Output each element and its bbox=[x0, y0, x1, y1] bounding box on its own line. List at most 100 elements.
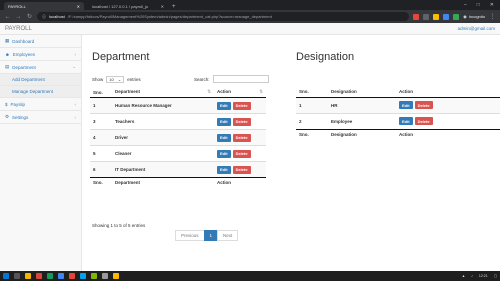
app-icon[interactable] bbox=[47, 273, 53, 279]
column-header-department[interactable]: Department ⇅ bbox=[112, 87, 214, 98]
close-window-icon[interactable]: ✕ bbox=[490, 2, 494, 8]
chevron-icon: ‹ bbox=[74, 51, 77, 57]
table-row: 1 Human Resource Manager Edit Delete bbox=[90, 97, 266, 114]
table-row: 1 HR Edit Delete bbox=[296, 96, 500, 113]
extension-icon[interactable] bbox=[453, 13, 460, 20]
delete-button[interactable]: Delete bbox=[414, 117, 433, 125]
file-explorer-icon[interactable] bbox=[25, 273, 31, 279]
close-tab-icon[interactable]: ✕ bbox=[161, 4, 164, 9]
menu-icon[interactable]: ⋮ bbox=[489, 13, 496, 20]
edit-button[interactable]: Edit bbox=[217, 133, 231, 142]
next-page-button[interactable]: Next bbox=[217, 230, 239, 241]
footer-action: Action bbox=[396, 128, 500, 139]
edit-button[interactable]: Edit bbox=[217, 165, 231, 174]
notifications-icon[interactable]: ▢ bbox=[494, 274, 497, 278]
previous-page-button[interactable]: Previous bbox=[175, 230, 205, 241]
cell-action: Edit Delete bbox=[214, 113, 266, 130]
user-menu[interactable]: admin@gmail.com bbox=[458, 26, 495, 31]
window-controls: – □ ✕ bbox=[458, 2, 500, 10]
address-bar[interactable]: ⓘ localhost /F:/xampp/htdocs/Payroll/Man… bbox=[37, 12, 410, 21]
app-icon[interactable] bbox=[102, 273, 108, 279]
info-icon[interactable]: ⓘ bbox=[42, 14, 46, 20]
forward-icon[interactable]: → bbox=[15, 14, 22, 20]
payslip-icon: $ bbox=[5, 101, 8, 107]
entries-select[interactable]: 10 ⌄ bbox=[106, 76, 125, 83]
browser-tab-payroll[interactable]: PAYROLL ✕ bbox=[4, 2, 84, 10]
sidebar-item-payslip[interactable]: $ Payslip ‹ bbox=[0, 98, 81, 111]
close-tab-icon[interactable]: ✕ bbox=[77, 4, 80, 9]
footer-designation: Designation bbox=[328, 128, 396, 139]
table-search: Search: bbox=[194, 75, 269, 83]
table-row: 2 Employee Edit Delete bbox=[296, 112, 500, 129]
column-header-sno[interactable]: Sno. bbox=[90, 87, 112, 98]
app-icon[interactable] bbox=[91, 273, 97, 279]
sidebar-subitem-manage-department[interactable]: Manage Department bbox=[0, 86, 81, 98]
minimize-icon[interactable]: – bbox=[464, 2, 467, 8]
top-navbar: PAYROLL admin@gmail.com bbox=[0, 23, 500, 35]
column-header-sno: Sno. bbox=[296, 87, 328, 98]
sidebar-item-label: Employees bbox=[12, 51, 36, 57]
extension-icon[interactable] bbox=[413, 13, 420, 20]
app-icon[interactable] bbox=[69, 273, 75, 279]
cell-action: Edit Delete bbox=[214, 145, 266, 162]
entries-label: entries bbox=[127, 77, 141, 82]
delete-button[interactable]: Delete bbox=[232, 101, 251, 110]
app-icon[interactable] bbox=[58, 273, 64, 279]
start-icon[interactable] bbox=[3, 273, 9, 279]
cell-action: Edit Delete bbox=[214, 129, 266, 146]
brand-logo[interactable]: PAYROLL bbox=[5, 26, 32, 32]
delete-button[interactable]: Delete bbox=[232, 165, 251, 174]
delete-button[interactable]: Delete bbox=[232, 133, 251, 142]
tab-label: PAYROLL bbox=[8, 3, 26, 9]
designation-table: Sno. Designation Action 1 HR Edit Delete … bbox=[296, 87, 500, 139]
edit-button[interactable]: Edit bbox=[399, 101, 413, 109]
search-input[interactable] bbox=[212, 75, 269, 83]
sidebar-item-department[interactable]: ▤ Department ⌄ bbox=[0, 61, 81, 74]
sidebar-item-dashboard[interactable]: ▦ Dashboard bbox=[0, 35, 81, 48]
app-root: PAYROLL admin@gmail.com ▦ Dashboard ☻ Em… bbox=[0, 23, 500, 271]
clock[interactable]: 12:21 bbox=[479, 274, 488, 278]
sidebar-item-label: Payslip bbox=[10, 101, 26, 107]
extension-icon[interactable] bbox=[433, 13, 440, 20]
sidebar-subitem-add-department[interactable]: Add Department bbox=[0, 74, 81, 86]
browser-tab-phpmyadmin[interactable]: localhost / 127.0.0.1 / payroll_ju ✕ bbox=[88, 2, 168, 10]
url-host: localhost bbox=[49, 14, 65, 19]
volume-icon[interactable]: ♪ bbox=[471, 274, 473, 278]
table-info: Showing 1 to 5 of 5 entries bbox=[92, 223, 146, 228]
chrome-icon[interactable] bbox=[36, 273, 42, 279]
table-footer-row: Sno. Department Action bbox=[90, 177, 266, 188]
delete-button[interactable]: Delete bbox=[232, 117, 251, 126]
page-1-button[interactable]: 1 bbox=[203, 230, 219, 241]
incognito-indicator[interactable]: ◉ Incognito bbox=[463, 14, 485, 19]
cell-sno: 1 bbox=[90, 97, 112, 114]
cell-action: Edit Delete bbox=[214, 97, 266, 114]
extension-icon[interactable] bbox=[423, 13, 430, 20]
sidebar-item-settings[interactable]: ⚙ Settings ‹ bbox=[0, 111, 81, 124]
delete-button[interactable]: Delete bbox=[232, 149, 251, 158]
table-footer-row: Sno. Designation Action bbox=[296, 128, 500, 139]
delete-button[interactable]: Delete bbox=[414, 101, 433, 109]
column-header-designation: Designation bbox=[328, 87, 396, 98]
search-label: Search: bbox=[194, 76, 210, 82]
cell-sno: 5 bbox=[90, 145, 112, 162]
edit-button[interactable]: Edit bbox=[217, 117, 231, 126]
incognito-label: Incognito bbox=[468, 14, 485, 19]
extension-icon[interactable] bbox=[443, 13, 450, 20]
app-icon[interactable] bbox=[113, 273, 119, 279]
cell-action: Edit Delete bbox=[214, 161, 266, 178]
search-icon[interactable] bbox=[14, 273, 20, 279]
sidebar-item-employees[interactable]: ☻ Employees ‹ bbox=[0, 48, 81, 61]
back-icon[interactable]: ← bbox=[4, 14, 11, 20]
cell-department: Human Resource Manager bbox=[112, 97, 214, 114]
reload-icon[interactable]: ↻ bbox=[26, 13, 33, 20]
browser-toolbar: ← → ↻ ⓘ localhost /F:/xampp/htdocs/Payro… bbox=[0, 10, 500, 23]
column-header-action[interactable]: Action ⇅ bbox=[214, 87, 266, 98]
dashboard-icon: ▦ bbox=[5, 38, 10, 43]
edit-button[interactable]: Edit bbox=[217, 149, 231, 158]
edit-button[interactable]: Edit bbox=[217, 101, 231, 110]
edit-button[interactable]: Edit bbox=[399, 117, 413, 125]
app-icon[interactable] bbox=[80, 273, 86, 279]
maximize-icon[interactable]: □ bbox=[477, 2, 480, 8]
network-icon[interactable]: ▲ bbox=[462, 274, 465, 278]
designation-title: Designation bbox=[296, 51, 355, 63]
